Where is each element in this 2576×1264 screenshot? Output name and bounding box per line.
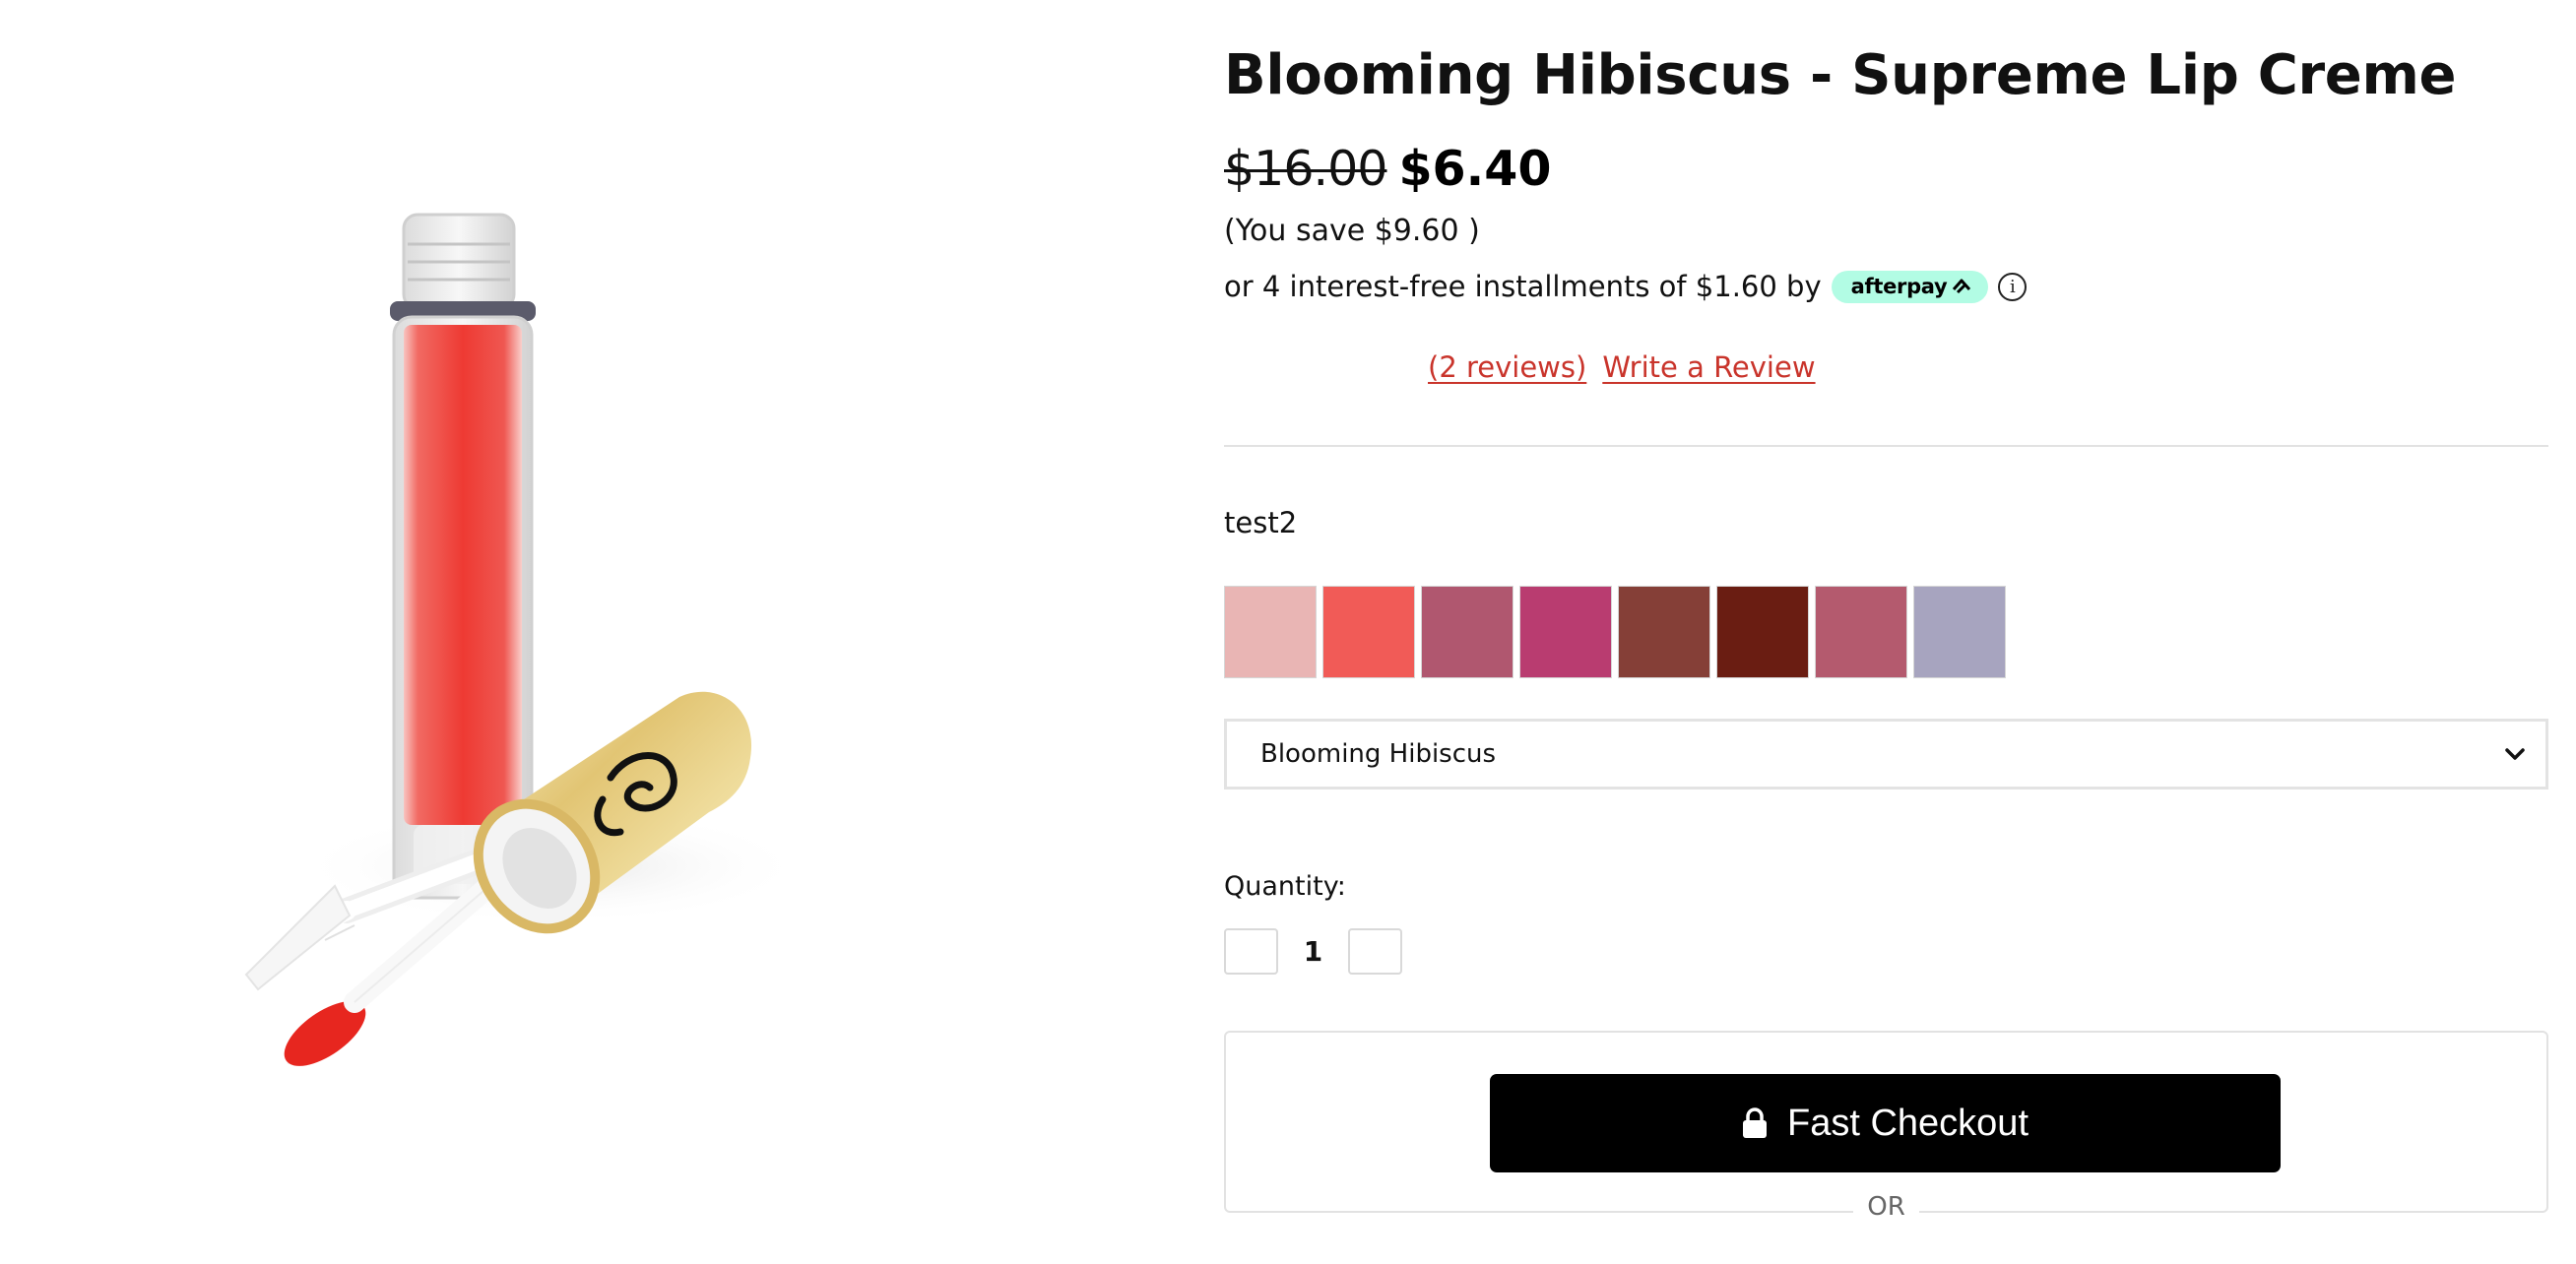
or-divider: OR — [1224, 1192, 2548, 1222]
shade-swatch-3[interactable] — [1421, 586, 1513, 678]
afterpay-row: or 4 interest-free installments of $1.60… — [1224, 267, 2028, 306]
afterpay-logo[interactable]: afterpay — [1831, 270, 1989, 303]
shade-swatches — [1224, 586, 2012, 678]
shade-swatch-4[interactable] — [1519, 586, 1612, 678]
installments-text: or 4 interest-free installments of $1.60… — [1224, 270, 1822, 303]
shade-swatch-8[interactable] — [1913, 586, 2006, 678]
reviews-count-link[interactable]: (2 reviews) — [1428, 350, 1586, 384]
product-title: Blooming Hibiscus - Supreme Lip Creme — [1224, 43, 2457, 107]
fast-checkout-button[interactable]: Fast Checkout — [1490, 1074, 2281, 1172]
fast-checkout-label: Fast Checkout — [1787, 1102, 2029, 1144]
shade-swatch-2[interactable] — [1322, 586, 1415, 678]
sale-price: $6.40 — [1398, 141, 1552, 197]
section-divider — [1224, 445, 2548, 447]
original-price: $16.00 — [1224, 141, 1387, 197]
quantity-input[interactable] — [1278, 935, 1348, 968]
shade-swatch-1[interactable] — [1224, 586, 1317, 678]
shade-select[interactable]: Blooming Hibiscus — [1224, 719, 2548, 790]
shade-select-value: Blooming Hibiscus — [1260, 739, 1497, 769]
quantity-stepper — [1224, 928, 1402, 975]
lip-creme-illustration — [244, 213, 807, 1066]
tube-liquid — [404, 325, 522, 825]
shade-swatch-6[interactable] — [1716, 586, 1809, 678]
quantity-decrease-button[interactable] — [1224, 928, 1278, 975]
shade-swatch-5[interactable] — [1618, 586, 1710, 678]
afterpay-label: afterpay — [1850, 275, 1948, 298]
savings-text: (You save $9.60 ) — [1224, 214, 1480, 248]
lock-icon — [1743, 1107, 1767, 1138]
checkout-box: Fast Checkout — [1224, 1031, 2548, 1213]
quantity-label: Quantity: — [1224, 871, 1346, 902]
option-label: test2 — [1224, 506, 1298, 539]
reviews-row: (2 reviews) Write a Review — [1428, 350, 1816, 384]
write-review-link[interactable]: Write a Review — [1602, 350, 1815, 384]
product-image[interactable] — [0, 0, 1162, 1264]
afterpay-arrows-icon — [1953, 279, 1971, 294]
info-icon[interactable]: i — [1998, 272, 2028, 301]
or-label: OR — [1853, 1192, 1919, 1222]
chevron-down-icon — [2505, 748, 2525, 760]
shade-swatch-7[interactable] — [1815, 586, 1907, 678]
quantity-increase-button[interactable] — [1348, 928, 1402, 975]
price-row: $16.00 $6.40 — [1224, 141, 1551, 197]
